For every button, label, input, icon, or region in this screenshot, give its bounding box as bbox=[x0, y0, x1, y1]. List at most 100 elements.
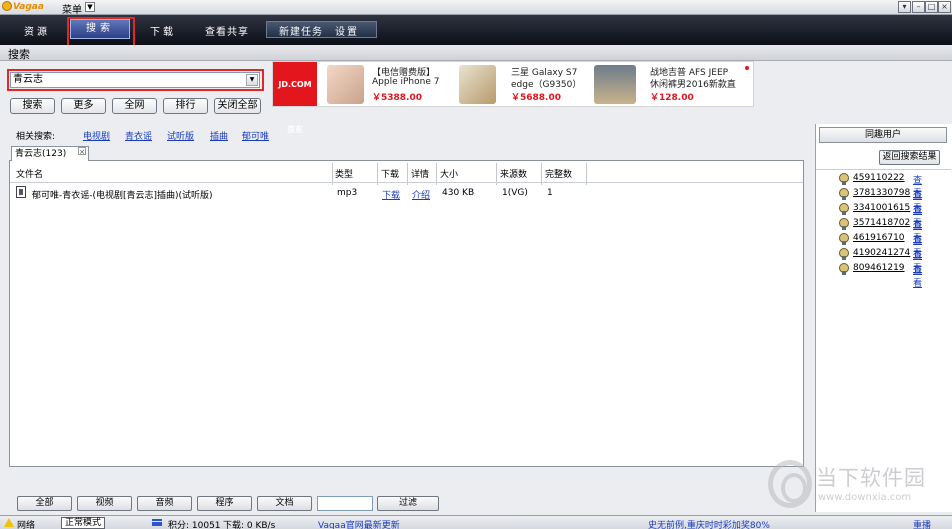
ad-dot-icon bbox=[745, 66, 749, 70]
row-type: mp3 bbox=[337, 188, 358, 198]
ranking-button[interactable]: 排行 bbox=[163, 98, 208, 114]
close-all-button[interactable]: 关闭全部 bbox=[214, 98, 261, 114]
window-close-icon[interactable]: × bbox=[938, 1, 951, 13]
similar-users-header[interactable]: 同趣用户 bbox=[819, 127, 947, 143]
main-nav: 资源 搜索 下载 查看共享 bbox=[0, 15, 952, 45]
filter-video-button[interactable]: 视频 bbox=[77, 496, 132, 511]
user-id[interactable]: 3781330798 bbox=[853, 188, 910, 198]
medal-icon bbox=[839, 218, 849, 230]
related-link-song[interactable]: 青衣谣 bbox=[125, 129, 152, 142]
search-highlight-box bbox=[7, 69, 264, 91]
filter-all-button[interactable]: 全部 bbox=[17, 496, 72, 511]
mode-status[interactable]: 正常模式 bbox=[61, 517, 105, 529]
column-header-sources[interactable]: 来源数 bbox=[500, 167, 527, 180]
promo-link[interactable]: 史无前例,重庆时时彩加奖80% bbox=[648, 518, 770, 529]
filter-audio-button[interactable]: 音频 bbox=[137, 496, 192, 511]
ad-item-3-line2: 休闲裤男2016新款直 bbox=[650, 80, 736, 90]
watermark: 当下软件园 www.downxia.com bbox=[768, 460, 952, 512]
medal-icon bbox=[839, 233, 849, 245]
medal-icon bbox=[839, 248, 849, 260]
menu-chevron-down-icon[interactable]: ▼ bbox=[85, 2, 95, 12]
download-speed: 下载: 0 KB/s bbox=[223, 521, 276, 529]
row-filename[interactable]: 郁可唯-青衣谣-(电视剧[青云志]插曲)(试听版) bbox=[32, 188, 213, 201]
ad-item-2-price: ￥5688.00 bbox=[511, 93, 561, 103]
related-link-tv[interactable]: 电视剧 bbox=[83, 129, 110, 142]
window-maximize-icon[interactable]: □ bbox=[925, 1, 938, 13]
results-panel bbox=[9, 160, 804, 467]
ad-product-image-1 bbox=[327, 65, 364, 104]
column-header-download[interactable]: 下载 bbox=[381, 167, 399, 180]
vagaa-logo-icon bbox=[2, 1, 12, 11]
ad-product-image-2 bbox=[459, 65, 496, 104]
ad-item-2-line2: edge（G9350） bbox=[511, 80, 582, 90]
ad-item-3-price: ￥128.00 bbox=[650, 93, 694, 103]
view-link[interactable]: 查看 bbox=[913, 263, 922, 289]
ad-banner[interactable]: JD.COM 京东 【电信赠费版】 Apple iPhone 7 ￥5388.0… bbox=[272, 61, 754, 134]
ad-product-image-3 bbox=[594, 65, 636, 104]
watermark-logo-icon bbox=[768, 460, 812, 508]
row-download-link[interactable]: 下载 bbox=[382, 188, 400, 201]
user-id[interactable]: 459110222 bbox=[853, 173, 905, 183]
nav-group: 新建任务 设置 bbox=[266, 21, 377, 38]
tab-resources[interactable]: 资源 bbox=[24, 23, 50, 38]
row-detail-link[interactable]: 介绍 bbox=[412, 188, 430, 201]
news-link[interactable]: Vagaa官网最新更新 bbox=[318, 518, 400, 529]
related-label: 相关搜索: bbox=[16, 132, 56, 142]
page-header: 搜索 bbox=[0, 45, 952, 61]
close-tab-icon[interactable]: × bbox=[78, 147, 86, 156]
row-sources: 1(VG) bbox=[502, 188, 528, 198]
tab-view-share[interactable]: 查看共享 bbox=[205, 23, 249, 38]
filter-program-button[interactable]: 程序 bbox=[197, 496, 252, 511]
medal-icon bbox=[839, 173, 849, 185]
column-header-complete[interactable]: 完整数 bbox=[545, 167, 572, 180]
column-header-detail[interactable]: 详情 bbox=[411, 167, 429, 180]
related-link-preview[interactable]: 试听版 bbox=[167, 129, 194, 142]
tab-download[interactable]: 下载 bbox=[150, 23, 176, 38]
window-settings-icon[interactable]: ▾ bbox=[898, 1, 911, 13]
points-status: 积分: 10051 bbox=[168, 521, 221, 529]
column-header-size[interactable]: 大小 bbox=[440, 167, 458, 180]
network-wide-button[interactable]: 全网 bbox=[112, 98, 157, 114]
watermark-en: www.downxia.com bbox=[818, 492, 912, 503]
jd-logo: JD.COM 京东 bbox=[273, 62, 317, 134]
settings-button[interactable]: 设置 bbox=[335, 23, 359, 38]
app-logo: Vagaa bbox=[2, 1, 44, 13]
list-icon bbox=[152, 519, 162, 526]
status-bar: 网络 正常模式 积分: 10051 下载: 0 KB/s Vagaa官网最新更新… bbox=[0, 515, 952, 529]
user-id[interactable]: 461916710 bbox=[853, 233, 905, 243]
window-minimize-icon[interactable]: – bbox=[912, 1, 925, 13]
user-id[interactable]: 3571418702 bbox=[853, 218, 910, 228]
back-to-results-button[interactable]: 返回搜索结果 bbox=[879, 150, 940, 165]
column-header-filename[interactable]: 文件名 bbox=[16, 167, 43, 180]
header-divider bbox=[10, 182, 803, 183]
title-bar: Vagaa 菜单 ▼ ▾ – □ × bbox=[0, 0, 952, 16]
user-id[interactable]: 4190241274 bbox=[853, 248, 910, 258]
menu-label[interactable]: 菜单 bbox=[62, 1, 82, 16]
related-link-insert[interactable]: 插曲 bbox=[210, 129, 228, 142]
filter-input[interactable] bbox=[317, 496, 373, 511]
row-size: 430 KB bbox=[442, 188, 475, 198]
column-header-type[interactable]: 类型 bbox=[335, 167, 353, 180]
user-id[interactable]: 3341001615 bbox=[853, 203, 910, 213]
filter-document-button[interactable]: 文档 bbox=[257, 496, 312, 511]
filter-apply-button[interactable]: 过滤 bbox=[377, 496, 439, 511]
result-tab-label: 青云志(123) bbox=[15, 149, 67, 159]
row-complete: 1 bbox=[547, 188, 553, 198]
ad-item-1-price: ￥5388.00 bbox=[372, 93, 422, 103]
related-link-artist[interactable]: 郁可唯 bbox=[242, 129, 269, 142]
watermark-cn: 当下软件园 bbox=[816, 466, 926, 490]
tab-result[interactable]: 青云志(123) × bbox=[11, 146, 89, 161]
medal-icon bbox=[839, 263, 849, 275]
search-button[interactable]: 搜索 bbox=[10, 98, 55, 114]
file-icon bbox=[16, 186, 26, 198]
page-title: 搜索 bbox=[8, 48, 30, 61]
more-button[interactable]: 更多 bbox=[61, 98, 106, 114]
warning-icon bbox=[4, 518, 14, 527]
restart-link[interactable]: 重播 bbox=[913, 518, 931, 529]
medal-icon bbox=[839, 203, 849, 215]
new-task-button[interactable]: 新建任务 bbox=[279, 23, 323, 38]
ad-item-1-line2: Apple iPhone 7 bbox=[372, 77, 440, 87]
medal-icon bbox=[839, 188, 849, 200]
network-status[interactable]: 网络 bbox=[17, 518, 35, 529]
user-id[interactable]: 809461219 bbox=[853, 263, 905, 273]
